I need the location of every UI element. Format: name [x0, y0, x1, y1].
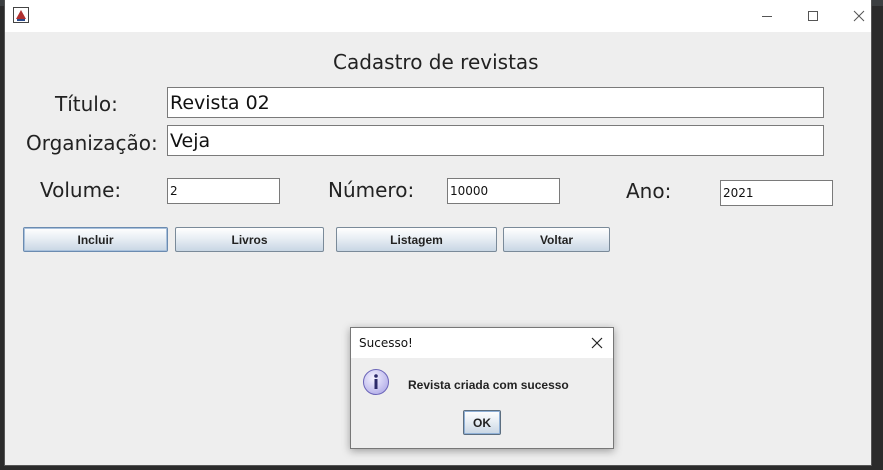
page-title: Cadastro de revistas: [333, 50, 539, 74]
close-button[interactable]: [836, 0, 882, 32]
maximize-button[interactable]: [790, 0, 836, 32]
dialog-title: Sucesso!: [359, 336, 413, 350]
dialog-message: Revista criada com sucesso: [408, 378, 569, 392]
dialog-close-button[interactable]: [587, 333, 607, 353]
dialog-titlebar: Sucesso!: [351, 328, 613, 358]
numero-label: Número:: [328, 178, 415, 202]
titulo-field[interactable]: Revista 02: [167, 87, 824, 118]
volume-field[interactable]: 2: [167, 178, 280, 204]
ano-label: Ano:: [626, 179, 672, 203]
livros-button[interactable]: Livros: [175, 227, 324, 252]
success-dialog: Sucesso! Revista criada com sucesso OK: [350, 327, 614, 449]
minimize-button[interactable]: [744, 0, 790, 32]
ok-button[interactable]: OK: [463, 410, 501, 435]
window-titlebar: [5, 0, 871, 32]
close-icon: [853, 10, 865, 22]
listagem-button[interactable]: Listagem: [336, 227, 497, 252]
close-icon: [591, 337, 603, 349]
organizacao-label: Organização:: [26, 131, 158, 155]
incluir-button[interactable]: Incluir: [23, 227, 168, 252]
organizacao-field[interactable]: Veja: [167, 125, 824, 156]
titulo-label: Título:: [55, 92, 118, 116]
info-icon: [362, 368, 390, 396]
numero-field[interactable]: 10000: [447, 178, 560, 204]
minimize-icon: [762, 16, 772, 17]
maximize-icon: [808, 11, 818, 21]
java-app-icon: [13, 7, 29, 23]
volume-label: Volume:: [40, 178, 122, 202]
voltar-button[interactable]: Voltar: [503, 227, 610, 252]
ano-field[interactable]: 2021: [720, 180, 833, 206]
